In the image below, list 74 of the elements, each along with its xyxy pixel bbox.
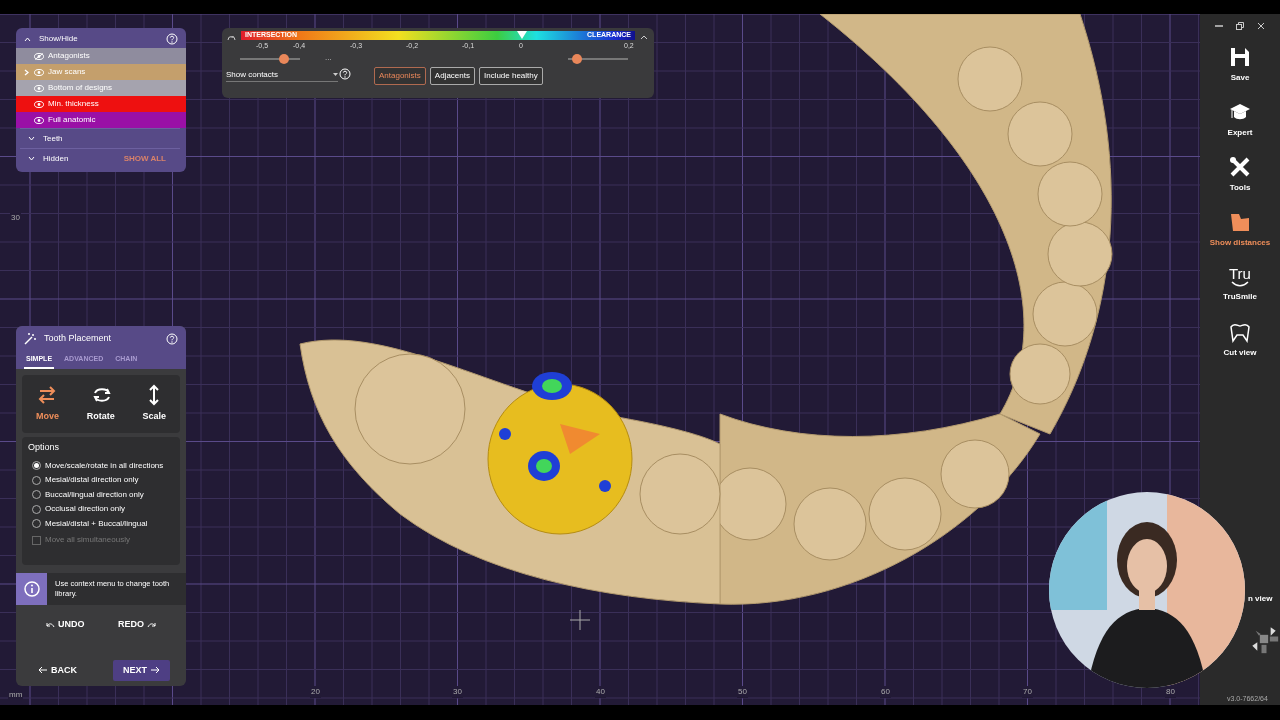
panel-title: Tooth Placement [44,332,113,345]
slider-thumb[interactable] [572,54,582,64]
section-label[interactable]: Hidden [43,152,118,165]
layer-label: Antagonists [48,50,90,62]
layer-label: Min. thickness [48,98,99,110]
axis-label: 20 [310,686,321,698]
tools-icon [1229,156,1251,178]
mode-button[interactable]: Scale [142,384,167,424]
axis-label: 30 [452,686,463,698]
dropdown-value: Show contacts [226,68,279,81]
logo-text: Tru [1229,266,1251,281]
back-button[interactable]: BACK [32,659,83,681]
tool-label: n view [1248,593,1273,605]
redo-icon [147,621,156,628]
arrow-right-icon [150,666,160,675]
help-icon[interactable] [166,332,178,345]
axis-label: 80 [1165,686,1176,698]
layer-label: Full anatomic [48,114,96,126]
axis-label: 60 [880,686,891,698]
crosshair-icon [569,609,591,631]
minimize-icon[interactable] [1214,22,1223,30]
section-label[interactable]: Teeth [43,132,172,145]
radio-option[interactable]: Buccal/lingual direction only [28,487,174,502]
smile-icon [1231,281,1249,287]
eye-icon[interactable] [34,116,44,124]
mode-button[interactable]: Move [35,384,59,424]
collapse-icon[interactable] [640,35,648,40]
radio-option[interactable]: Occlusal direction only [28,502,174,517]
caret-icon [333,73,338,76]
next-button[interactable]: NEXT [113,659,170,681]
axis-label: 70 [1022,686,1033,698]
restore-icon[interactable] [1236,22,1244,30]
help-icon[interactable] [339,68,351,80]
filter-button[interactable]: Adjacents [429,67,475,85]
tooth-outline-icon [1229,321,1251,343]
expand-icon[interactable] [28,156,35,161]
gauge-icon [227,33,236,42]
chevron-icon [24,69,29,76]
arrow-left-icon [38,666,48,675]
layer-row[interactable]: Full anatomic [16,112,186,128]
expand-icon[interactable] [28,136,35,141]
tool-button[interactable]: Expert [1200,101,1280,156]
tool-button[interactable]: Tools [1200,156,1280,211]
more-text: ... [325,52,332,64]
tool-button[interactable]: Save [1200,46,1280,101]
radio-option[interactable]: Mesial/distal direction only [28,473,174,488]
layer-row[interactable]: Min. thickness [16,96,186,112]
filter-button[interactable]: Include healthy [478,67,543,85]
layer-label: Jaw scans [48,66,86,78]
filter-button[interactable]: Antagonists [374,67,426,85]
eye-off-icon[interactable] [34,52,44,60]
save-icon [1229,46,1251,68]
redo-button[interactable]: REDO [112,616,162,634]
undo-icon [46,621,55,628]
undo-button[interactable]: UNDO [40,616,91,634]
info-icon [23,581,40,597]
eye-icon[interactable] [34,100,44,108]
marker-icon [517,31,527,39]
radio-option[interactable]: Move/scale/rotate in all directions [28,458,174,473]
radio-option[interactable]: Mesial/distal + Buccal/lingual [28,516,174,531]
mode-button[interactable]: Rotate [86,384,115,424]
slider-thumb[interactable] [278,54,289,64]
axis-label: 50 [737,686,748,698]
contacts-dropdown[interactable]: Show contacts [226,68,338,82]
help-icon[interactable] [166,33,178,45]
tool-button[interactable]: Cut view [1200,321,1280,376]
panel-title: Show/Hide [39,33,79,45]
layer-label: Bottom of designs [48,82,113,94]
tool-button[interactable]: Show distances [1200,211,1280,266]
close-icon[interactable] [1257,22,1266,30]
axis-label: 40 [595,686,606,698]
options-title: Options [28,441,61,454]
tool-button[interactable]: Tru TruSmile [1200,266,1280,321]
magic-wand-icon [24,332,36,345]
